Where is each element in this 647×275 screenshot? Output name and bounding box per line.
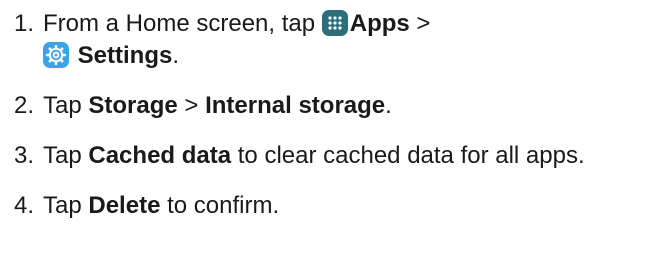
storage-label: Storage: [88, 92, 178, 119]
step-text-segment: Tap: [43, 142, 89, 169]
step-text-segment: to clear cached data for all apps.: [231, 142, 585, 169]
step-text-segment: to confirm.: [160, 192, 280, 219]
step-1: 1. From a Home screen, tap Apps > Settin…: [14, 8, 639, 72]
step-2: 2. Tap Storage > Internal storage.: [14, 90, 639, 122]
step-text-segment: From a Home screen, tap: [43, 10, 322, 37]
step-4: 4. Tap Delete to confirm.: [14, 190, 639, 222]
cached-data-label: Cached data: [88, 142, 232, 169]
step-number: 2.: [14, 92, 35, 119]
step-text-segment: Tap: [43, 92, 89, 119]
delete-label: Delete: [88, 192, 161, 219]
step-text-segment: .: [385, 92, 392, 119]
step-number: 4.: [14, 192, 35, 219]
apps-grid-icon: [321, 10, 348, 36]
apps-label: Apps: [349, 10, 410, 37]
step-text: Tap Storage > Internal storage.: [43, 90, 639, 122]
instruction-steps: 1. From a Home screen, tap Apps > Settin…: [14, 8, 639, 240]
step-text-segment: >: [409, 10, 431, 37]
step-text-segment: >: [177, 92, 206, 119]
step-text-segment: Tap: [43, 192, 89, 219]
step-number: 3.: [14, 142, 35, 169]
internal-storage-label: Internal storage: [205, 92, 386, 119]
step-text: From a Home screen, tap Apps > Settings.: [43, 8, 639, 72]
settings-label: Settings: [77, 42, 173, 69]
step-number: 1.: [14, 10, 35, 37]
settings-gear-icon: [43, 42, 69, 68]
step-text: Tap Delete to confirm.: [43, 190, 639, 222]
step-3: 3. Tap Cached data to clear cached data …: [14, 140, 639, 172]
step-text: Tap Cached data to clear cached data for…: [43, 140, 639, 172]
step-text-segment: .: [172, 42, 180, 69]
